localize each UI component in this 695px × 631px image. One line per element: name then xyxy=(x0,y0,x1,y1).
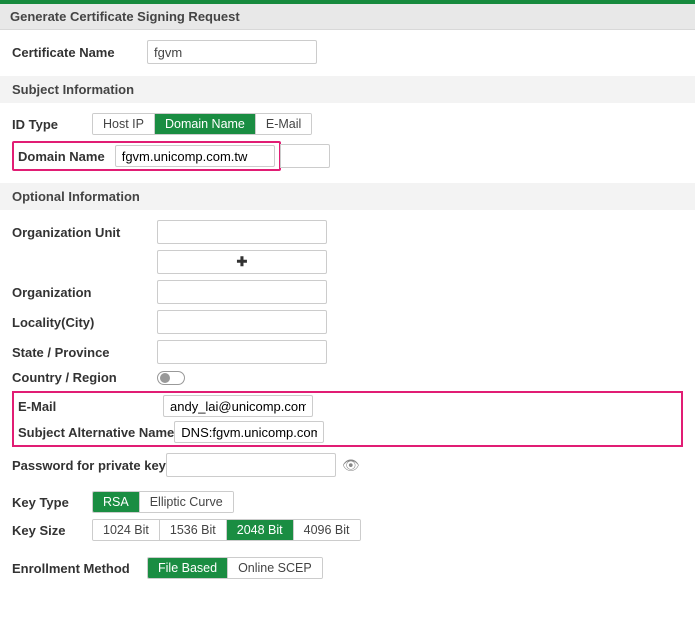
key-size-seg: 1024 Bit 1536 Bit 2048 Bit 4096 Bit xyxy=(92,519,361,541)
cert-name-label: Certificate Name xyxy=(12,45,147,60)
page-title: Generate Certificate Signing Request xyxy=(0,4,695,30)
organization-input[interactable] xyxy=(157,280,327,304)
bottom-spacer xyxy=(0,591,695,631)
org-unit-input[interactable] xyxy=(157,220,327,244)
toggle-knob xyxy=(160,373,170,383)
san-input[interactable] xyxy=(174,421,324,443)
locality-input[interactable] xyxy=(157,310,327,334)
id-type-email[interactable]: E-Mail xyxy=(256,114,311,134)
cert-name-block: Certificate Name xyxy=(0,30,695,76)
key-type-seg: RSA Elliptic Curve xyxy=(92,491,234,513)
plus-icon: ✚ xyxy=(237,254,248,270)
email-san-highlight: E-Mail Subject Alternative Name xyxy=(12,391,683,447)
optional-block: Organization Unit ✚ Organization Localit… xyxy=(0,210,695,591)
key-size-label: Key Size xyxy=(12,523,92,538)
key-type-label: Key Type xyxy=(12,495,92,510)
key-size-2048[interactable]: 2048 Bit xyxy=(227,520,294,540)
org-unit-label: Organization Unit xyxy=(12,225,157,240)
id-type-seg: Host IP Domain Name E-Mail xyxy=(92,113,312,135)
key-size-1536[interactable]: 1536 Bit xyxy=(160,520,227,540)
email-input[interactable] xyxy=(163,395,313,417)
country-toggle[interactable] xyxy=(157,371,185,385)
enroll-scep[interactable]: Online SCEP xyxy=(228,558,322,578)
enroll-label: Enrollment Method xyxy=(12,561,147,576)
id-type-domain[interactable]: Domain Name xyxy=(155,114,256,134)
pw-input[interactable] xyxy=(166,453,336,477)
domain-name-input[interactable] xyxy=(115,145,275,167)
add-org-unit-button[interactable]: ✚ xyxy=(157,250,327,274)
section-optional: Optional Information xyxy=(0,183,695,210)
id-type-label: ID Type xyxy=(12,117,92,132)
domain-name-highlight: Domain Name xyxy=(12,141,281,171)
key-size-1024[interactable]: 1024 Bit xyxy=(93,520,160,540)
subject-block: ID Type Host IP Domain Name E-Mail Domai… xyxy=(0,103,695,183)
organization-label: Organization xyxy=(12,285,157,300)
key-type-rsa[interactable]: RSA xyxy=(93,492,140,512)
key-size-4096[interactable]: 4096 Bit xyxy=(294,520,360,540)
state-label: State / Province xyxy=(12,345,157,360)
email-label: E-Mail xyxy=(18,399,163,414)
state-input[interactable] xyxy=(157,340,327,364)
key-type-ec[interactable]: Elliptic Curve xyxy=(140,492,233,512)
san-label: Subject Alternative Name xyxy=(18,425,174,440)
enroll-file[interactable]: File Based xyxy=(148,558,228,578)
id-type-hostip[interactable]: Host IP xyxy=(93,114,155,134)
cert-name-input[interactable] xyxy=(147,40,317,64)
domain-name-label: Domain Name xyxy=(18,149,109,164)
eye-icon[interactable]: 👁 xyxy=(342,457,360,474)
section-subject: Subject Information xyxy=(0,76,695,103)
enroll-seg: File Based Online SCEP xyxy=(147,557,323,579)
pw-label: Password for private key xyxy=(12,458,166,473)
country-label: Country / Region xyxy=(12,370,157,385)
domain-name-extra-box[interactable] xyxy=(280,144,330,168)
locality-label: Locality(City) xyxy=(12,315,157,330)
